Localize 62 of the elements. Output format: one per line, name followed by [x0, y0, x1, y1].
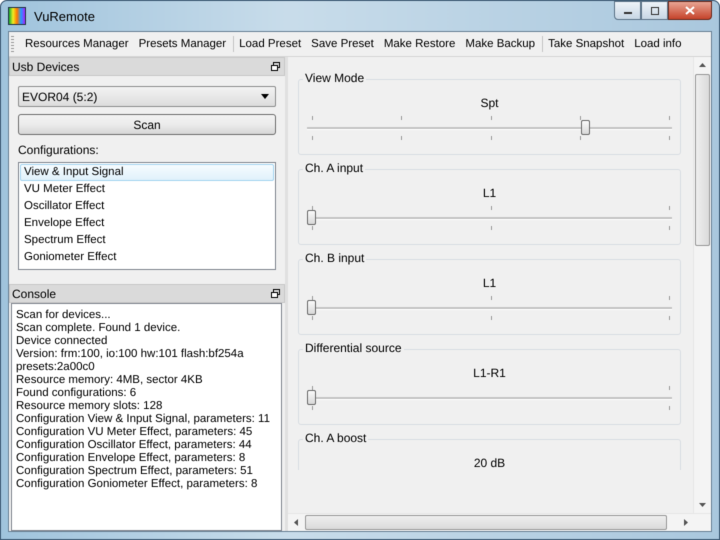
slider-thumb[interactable]	[307, 210, 316, 225]
toolbar-button[interactable]: Load Preset	[233, 36, 306, 52]
configurations-label: Configurations:	[18, 143, 100, 157]
group-title: Ch. A input	[303, 161, 366, 175]
console-line: Scan for devices...	[16, 309, 112, 322]
toolbar-button[interactable]: Presets Manager	[134, 36, 232, 52]
console-line: Resource memory: 4MB, sector 4KB	[16, 374, 204, 387]
group-title: Ch. B input	[303, 251, 366, 265]
console-line: Resource memory slots: 128	[16, 400, 164, 413]
maximize-icon	[650, 6, 660, 14]
float-icon[interactable]	[271, 289, 280, 298]
parameter-value: Spt	[479, 96, 500, 110]
group-title: Ch. A boost	[303, 431, 368, 445]
console-line: presets:2a00c0	[16, 361, 96, 374]
console-line: Configuration View & Input Signal, parameters: 11	[16, 413, 271, 426]
horizontal-scrollbar[interactable]	[288, 513, 711, 531]
configuration-item[interactable]: Spectrum Effect	[20, 232, 274, 249]
configuration-item[interactable]: Oscillator Effect	[20, 198, 274, 215]
configuration-item[interactable]: Goniometer Effect	[20, 249, 274, 266]
window-title: VuRemote	[34, 8, 96, 24]
toolbar-button[interactable]: Make Backup	[460, 36, 540, 52]
panel-title: Usb Devices	[12, 60, 80, 74]
configuration-item[interactable]: VU Meter Effect	[20, 181, 274, 198]
group-title: View Mode	[303, 71, 366, 85]
configuration-item[interactable]: Envelope Effect	[20, 215, 274, 232]
app-icon	[8, 7, 26, 25]
toolbar-button[interactable]: Take Snapshot	[542, 36, 630, 52]
toolbar-button[interactable]: Load info	[629, 36, 687, 52]
toolbar-grip	[11, 36, 14, 52]
console-line: Configuration Envelope Effect, parameters: 8	[16, 452, 246, 465]
console-line: Found configurations: 6	[16, 387, 138, 400]
panel-title: Console	[12, 286, 56, 300]
slider-thumb[interactable]	[580, 120, 590, 135]
toolbar-button[interactable]: Make Restore	[378, 36, 460, 52]
console-line: Configuration VU Meter Effect, parameters: 45	[16, 426, 254, 439]
configuration-item[interactable]: View & Input Signal	[20, 164, 274, 181]
console-line: Device connected	[16, 335, 108, 348]
slider-thumb[interactable]	[307, 300, 316, 315]
maximize-button[interactable]	[641, 1, 668, 20]
console-line: Configuration Spectrum Effect, parameters: 51	[16, 465, 254, 478]
parameter-value: 20 dB	[472, 456, 506, 470]
float-icon[interactable]	[271, 62, 280, 71]
toolbar-button[interactable]: Save Preset	[306, 36, 379, 52]
scan-button[interactable]: Scan	[18, 114, 276, 135]
minimize-button[interactable]	[614, 1, 641, 20]
console-line: Version: frm:100, io:100 hw:101 flash:bf254a	[16, 348, 245, 361]
parameter-value: L1-R1	[472, 366, 507, 380]
device-dropdown[interactable]: EVOR04 (5:2)	[18, 86, 276, 107]
scrollbar-thumb[interactable]	[305, 515, 667, 530]
group-title: Differential source	[303, 341, 404, 355]
scrollbar-thumb[interactable]	[695, 74, 710, 246]
console-line: Configuration Goniometer Effect, parameters: 8	[16, 478, 258, 491]
toolbar-button[interactable]: Resources Manager	[20, 36, 134, 52]
slider-thumb[interactable]	[307, 390, 316, 405]
vertical-scrollbar[interactable]	[693, 57, 711, 513]
console-line: Configuration Oscillator Effect, parameters: 44	[16, 439, 253, 452]
close-icon	[685, 6, 695, 15]
caret-icon	[261, 94, 269, 99]
parameter-value: L1	[482, 186, 498, 200]
close-button[interactable]	[668, 1, 712, 20]
console-line: Scan complete. Found 1 device.	[16, 322, 182, 335]
parameter-value: L1	[482, 276, 498, 290]
